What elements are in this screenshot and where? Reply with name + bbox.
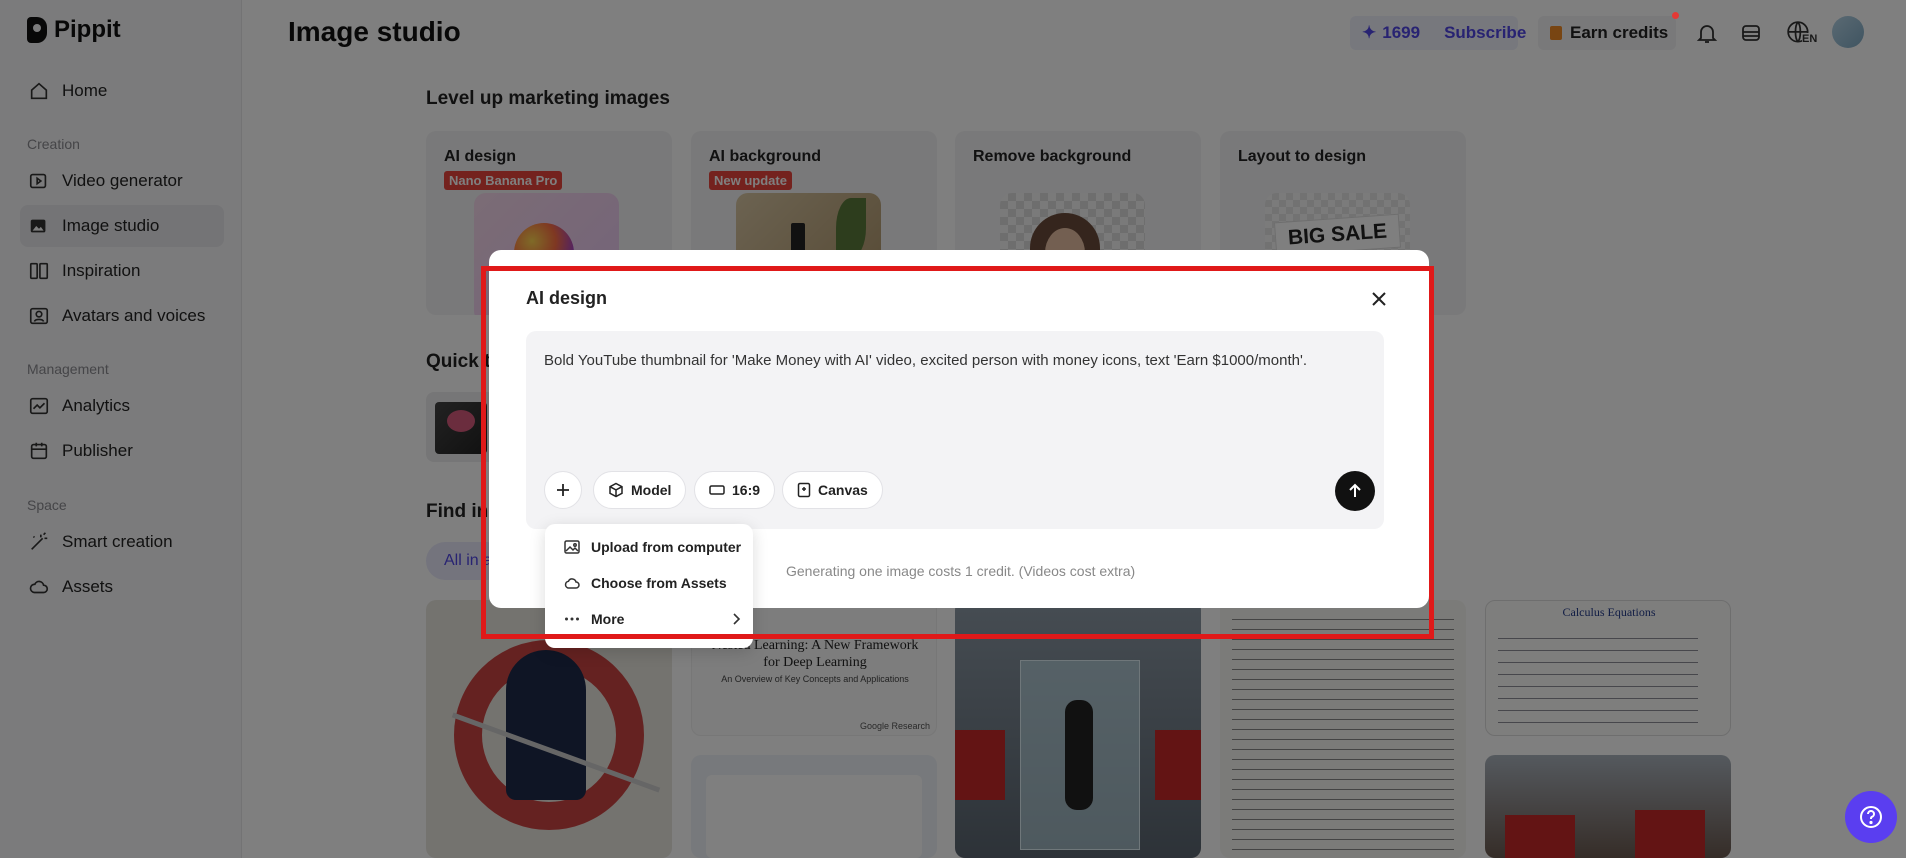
aspect-ratio-icon (709, 485, 725, 495)
send-button[interactable] (1335, 471, 1375, 511)
help-button[interactable] (1845, 791, 1897, 843)
menu-item-upload-from-computer[interactable]: Upload from computer (563, 532, 743, 562)
plus-icon (557, 484, 569, 496)
add-button[interactable] (544, 471, 582, 509)
prompt-text[interactable]: Bold YouTube thumbnail for 'Make Money w… (544, 351, 1374, 371)
image-icon (564, 540, 580, 554)
chevron-right-icon (733, 613, 741, 625)
model-button[interactable]: Model (593, 471, 687, 509)
close-icon[interactable] (1366, 286, 1392, 312)
notification-dot (1672, 12, 1679, 19)
prompt-input[interactable]: Bold YouTube thumbnail for 'Make Money w… (526, 331, 1384, 529)
more-horizontal-icon (565, 617, 579, 621)
attachment-menu: Upload from computer Choose from Assets … (545, 524, 753, 648)
question-icon (1860, 806, 1882, 828)
credit-cost-note: Generating one image costs 1 credit. (Vi… (786, 563, 1136, 579)
menu-item-more[interactable]: More (563, 604, 743, 634)
canvas-button[interactable]: Canvas (782, 471, 883, 509)
modal-title: AI design (526, 288, 608, 308)
cloud-icon (564, 578, 580, 589)
aspect-ratio-button[interactable]: 16:9 (694, 471, 776, 509)
canvas-icon (797, 482, 811, 498)
menu-item-choose-from-assets[interactable]: Choose from Assets (563, 568, 743, 598)
arrow-up-icon (1349, 483, 1361, 497)
cube-icon (609, 482, 623, 498)
